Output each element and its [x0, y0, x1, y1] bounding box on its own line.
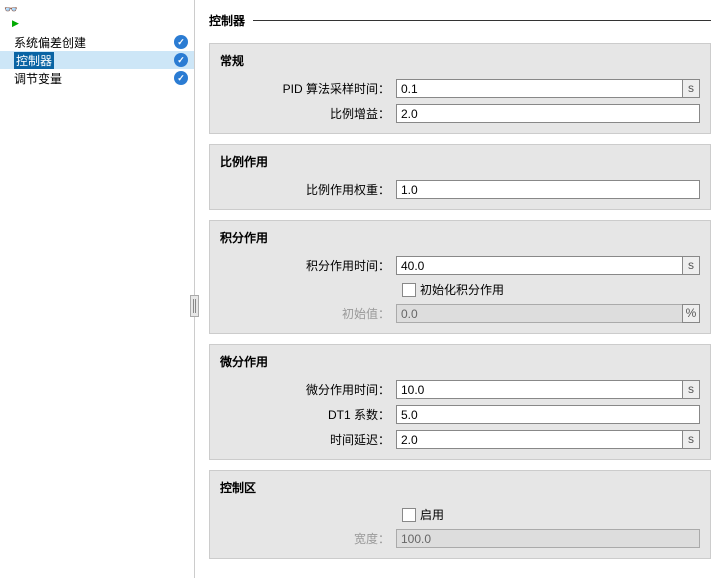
dt1-input[interactable]	[396, 405, 700, 424]
section-proportional: 比例作用 比例作用权重：	[209, 144, 711, 210]
unit-seconds: s	[682, 79, 700, 98]
check-icon: ✓	[174, 35, 188, 49]
nav-label: 调节变量	[14, 70, 62, 87]
nav-item-deviation[interactable]: 系统偏差创建 ✓	[0, 33, 194, 51]
init-integral-label: 初始化积分作用	[420, 281, 504, 298]
initial-value-input	[396, 304, 683, 323]
nav-item-controller[interactable]: 控制器 ✓	[0, 51, 194, 69]
section-title: 积分作用	[220, 229, 700, 246]
enable-checkbox[interactable]	[402, 508, 416, 522]
section-general: 常规 PID 算法采样时间： s 比例增益：	[209, 43, 711, 134]
unit-seconds: s	[682, 430, 700, 449]
dt1-label: DT1 系数：	[220, 406, 396, 423]
width-label: 宽度：	[220, 530, 396, 547]
prop-weight-label: 比例作用权重：	[220, 181, 396, 198]
check-icon: ✓	[174, 53, 188, 67]
section-derivative: 微分作用 微分作用时间： s DT1 系数： 时间延迟： s	[209, 344, 711, 460]
nav-list: 系统偏差创建 ✓ 控制器 ✓ 调节变量 ✓	[0, 33, 194, 87]
enable-label: 启用	[420, 506, 444, 523]
section-title: 常规	[220, 52, 700, 69]
prop-weight-input[interactable]	[396, 180, 700, 199]
delay-label: 时间延迟：	[220, 431, 396, 448]
play-icon: ▶	[12, 18, 190, 29]
page-title: 控制器	[209, 12, 245, 29]
title-divider	[253, 20, 711, 21]
nav-label: 系统偏差创建	[14, 34, 86, 51]
nav-label: 控制器	[14, 52, 54, 69]
gain-input[interactable]	[396, 104, 700, 123]
delay-input[interactable]	[396, 430, 683, 449]
section-title: 比例作用	[220, 153, 700, 170]
sample-time-input[interactable]	[396, 79, 683, 98]
unit-seconds: s	[682, 380, 700, 399]
integral-time-label: 积分作用时间：	[220, 257, 396, 274]
initial-value-label: 初始值：	[220, 305, 396, 322]
unit-seconds: s	[682, 256, 700, 275]
sidebar-toolbar: 👓 ▶	[0, 0, 194, 31]
width-input	[396, 529, 700, 548]
unit-percent: %	[682, 304, 700, 323]
section-title: 微分作用	[220, 353, 700, 370]
gain-label: 比例增益：	[220, 105, 396, 122]
deriv-time-input[interactable]	[396, 380, 683, 399]
section-integral: 积分作用 积分作用时间： s 初始化积分作用 初始值： %	[209, 220, 711, 334]
main-panel: 控制器 常规 PID 算法采样时间： s 比例增益： 比例作用 比例作用权重： …	[195, 0, 721, 578]
section-control-zone: 控制区 启用 宽度：	[209, 470, 711, 559]
sidebar: 👓 ▶ 系统偏差创建 ✓ 控制器 ✓ 调节变量 ✓	[0, 0, 195, 578]
init-integral-checkbox[interactable]	[402, 283, 416, 297]
integral-time-input[interactable]	[396, 256, 683, 275]
glasses-icon: 👓	[4, 4, 18, 16]
deriv-time-label: 微分作用时间：	[220, 381, 396, 398]
check-icon: ✓	[174, 71, 188, 85]
sample-time-label: PID 算法采样时间：	[220, 80, 396, 97]
section-title: 控制区	[220, 479, 700, 496]
page-title-row: 控制器	[209, 12, 711, 29]
splitter-handle[interactable]	[190, 295, 199, 317]
nav-item-manipulated[interactable]: 调节变量 ✓	[0, 69, 194, 87]
